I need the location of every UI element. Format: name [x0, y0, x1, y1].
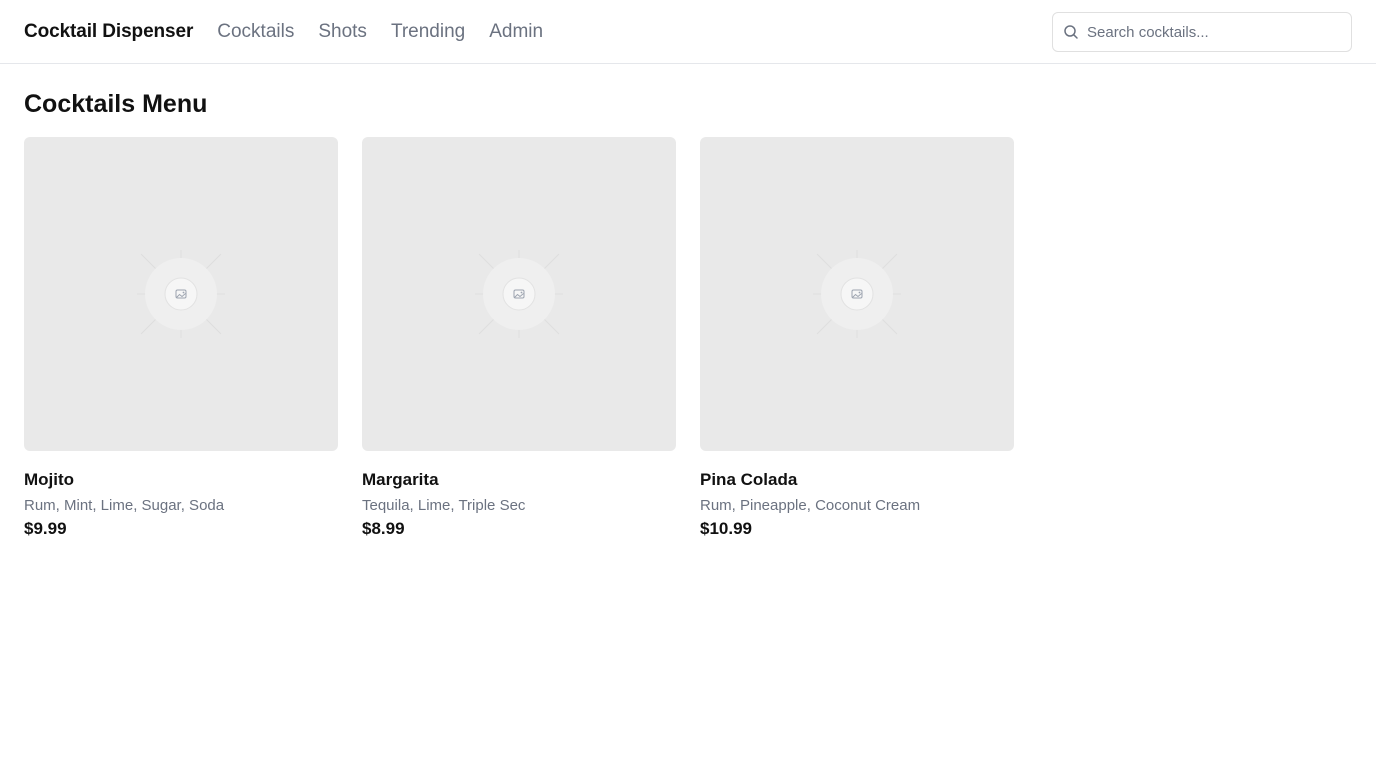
cocktail-card-pina-colada[interactable]: Pina Colada Rum, Pineapple, Coconut Crea…: [700, 137, 1014, 539]
cocktail-name: Pina Colada: [700, 470, 798, 489]
nav-admin-link[interactable]: Admin: [489, 21, 543, 43]
cocktail-price: $10.99: [700, 519, 752, 538]
nav-trending-link[interactable]: Trending: [391, 21, 465, 43]
cocktail-card-mojito[interactable]: Mojito Rum, Mint, Lime, Sugar, Soda $9.9…: [24, 137, 338, 539]
cocktail-image[interactable]: [24, 137, 338, 451]
page-title: Cocktails Menu: [24, 90, 208, 118]
cocktail-ingredients: Tequila, Lime, Triple Sec: [362, 497, 526, 514]
cocktail-ingredients: Rum, Mint, Lime, Sugar, Soda: [24, 497, 225, 514]
cocktail-image[interactable]: [362, 137, 676, 451]
search-box[interactable]: [1052, 12, 1352, 52]
search-icon: [1064, 25, 1078, 39]
cocktail-grid: Mojito Rum, Mint, Lime, Sugar, Soda $9.9…: [24, 137, 1352, 539]
nav-cocktails-link[interactable]: Cocktails: [217, 21, 294, 43]
image-placeholder-icon: [475, 250, 563, 338]
cocktail-name: Margarita: [362, 470, 439, 489]
cocktail-image[interactable]: [700, 137, 1014, 451]
cocktail-card-margarita[interactable]: Margarita Tequila, Lime, Triple Sec $8.9…: [362, 137, 676, 539]
cocktail-price: $8.99: [362, 519, 405, 538]
cocktail-price: $9.99: [24, 519, 67, 538]
cocktail-name: Mojito: [24, 470, 75, 489]
main-nav: Cocktails Shots Trending Admin: [217, 21, 543, 43]
cocktail-ingredients: Rum, Pineapple, Coconut Cream: [700, 497, 921, 514]
nav-shots-link[interactable]: Shots: [318, 21, 367, 43]
main-content: Cocktails Menu Mojito Rum, Mint, Lime, S…: [0, 64, 1376, 539]
image-placeholder-icon: [137, 250, 225, 338]
brand-title[interactable]: Cocktail Dispenser: [24, 21, 193, 43]
top-nav-bar: Cocktail Dispenser Cocktails Shots Trend…: [0, 0, 1376, 64]
search-input[interactable]: [1087, 23, 1337, 41]
image-placeholder-icon: [813, 250, 901, 338]
